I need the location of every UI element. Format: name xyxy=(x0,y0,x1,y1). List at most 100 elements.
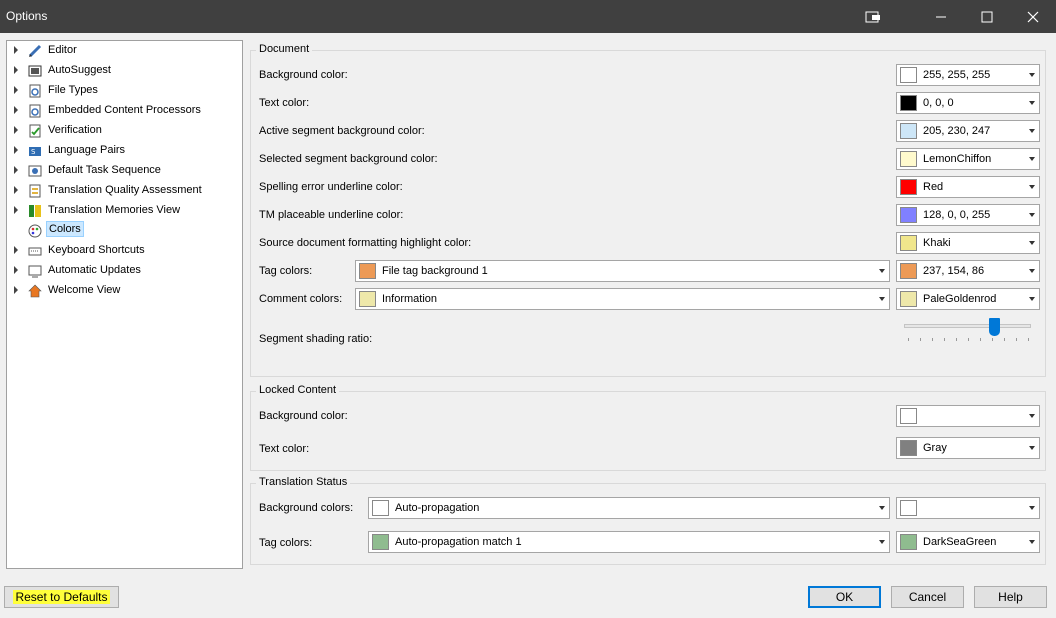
dropdown-arrow-icon[interactable] xyxy=(1025,498,1039,518)
slider-tick xyxy=(920,338,921,341)
ok-button[interactable]: OK xyxy=(808,586,881,608)
color-swatch xyxy=(900,123,917,139)
verification-icon xyxy=(27,123,42,138)
tree-item-language-pairs[interactable]: S Language Pairs xyxy=(7,141,237,161)
expand-arrow-icon[interactable] xyxy=(14,166,18,174)
status-background-color-combo[interactable] xyxy=(896,497,1040,519)
combo-value: 128, 0, 0, 255 xyxy=(923,209,991,221)
tree-item-file-types[interactable]: File Types xyxy=(7,81,237,101)
slider-tick xyxy=(1016,338,1017,341)
reset-to-defaults-button[interactable]: Reset to Defaults xyxy=(4,586,119,608)
expand-arrow-icon[interactable] xyxy=(14,106,18,114)
tree-item-default-task-sequence[interactable]: Default Task Sequence xyxy=(7,161,237,181)
tree-item-editor[interactable]: Editor xyxy=(7,41,237,61)
color-swatch xyxy=(372,534,389,550)
dropdown-arrow-icon[interactable] xyxy=(1025,177,1039,197)
slider-thumb[interactable] xyxy=(988,318,1000,336)
combo-value: Information xyxy=(382,293,438,305)
combo-value: 237, 154, 86 xyxy=(923,265,985,277)
spelling-error-combo[interactable]: Red xyxy=(896,176,1040,198)
dropdown-arrow-icon[interactable] xyxy=(875,532,889,552)
combo-value: Gray xyxy=(923,442,947,454)
spelling-error-label: Spelling error underline color: xyxy=(259,181,403,193)
tree-item-verification[interactable]: Verification xyxy=(7,121,237,141)
expand-arrow-icon[interactable] xyxy=(14,46,18,54)
expand-arrow-icon[interactable] xyxy=(14,246,18,254)
status-background-type-combo[interactable]: Auto-propagation xyxy=(368,497,890,519)
tree-item-translation-memories-view[interactable]: Translation Memories View xyxy=(7,201,237,221)
comment-color-combo[interactable]: PaleGoldenrod xyxy=(896,288,1040,310)
tag-colors-label: Tag colors: xyxy=(259,265,313,277)
cancel-button[interactable]: Cancel xyxy=(891,586,964,608)
expand-arrow-icon[interactable] xyxy=(14,126,18,134)
dropdown-arrow-icon[interactable] xyxy=(1025,233,1039,253)
slider-tick xyxy=(956,338,957,341)
locked-text-combo[interactable]: Gray xyxy=(896,437,1040,459)
source-formatting-combo[interactable]: Khaki xyxy=(896,232,1040,254)
expand-arrow-icon[interactable] xyxy=(14,86,18,94)
tree-item-label: Translation Quality Assessment xyxy=(48,184,202,196)
color-swatch xyxy=(900,534,917,550)
tm-placeable-combo[interactable]: 128, 0, 0, 255 xyxy=(896,204,1040,226)
close-icon[interactable] xyxy=(1010,0,1056,33)
maximize-icon[interactable] xyxy=(964,0,1010,33)
expand-arrow-icon[interactable] xyxy=(14,146,18,154)
status-tag-type-combo[interactable]: Auto-propagation match 1 xyxy=(368,531,890,553)
document-group-title: Document xyxy=(256,43,313,55)
minimize-icon[interactable] xyxy=(918,0,964,33)
dock-icon[interactable] xyxy=(850,0,896,33)
text-color-label: Text color: xyxy=(259,97,310,109)
dropdown-arrow-icon[interactable] xyxy=(875,261,889,281)
slider-tick xyxy=(992,338,993,341)
dropdown-arrow-icon[interactable] xyxy=(1025,406,1039,426)
tree-item-keyboard-shortcuts[interactable]: Keyboard Shortcuts xyxy=(7,241,237,261)
locked-background-combo[interactable] xyxy=(896,405,1040,427)
slider-tick xyxy=(1028,338,1029,341)
dropdown-arrow-icon[interactable] xyxy=(1025,205,1039,225)
expand-arrow-icon[interactable] xyxy=(14,186,18,194)
combo-value: LemonChiffon xyxy=(923,153,992,165)
tree-item-embedded-content-processors[interactable]: Embedded Content Processors xyxy=(7,101,237,121)
dropdown-arrow-icon[interactable] xyxy=(1025,65,1039,85)
dropdown-arrow-icon[interactable] xyxy=(875,289,889,309)
active-segment-bg-combo[interactable]: 205, 230, 247 xyxy=(896,120,1040,142)
tree-item-label: AutoSuggest xyxy=(48,64,111,76)
background-color-label: Background color: xyxy=(259,69,348,81)
comment-type-combo[interactable]: Information xyxy=(355,288,890,310)
tree-item-colors[interactable]: Colors xyxy=(7,221,237,241)
segment-shading-slider[interactable] xyxy=(903,318,1033,346)
dropdown-arrow-icon[interactable] xyxy=(1025,532,1039,552)
active-segment-bg-label: Active segment background color: xyxy=(259,125,425,137)
dropdown-arrow-icon[interactable] xyxy=(875,498,889,518)
status-tag-color-combo[interactable]: DarkSeaGreen xyxy=(896,531,1040,553)
expand-arrow-icon[interactable] xyxy=(14,286,18,294)
help-button[interactable]: Help xyxy=(974,586,1047,608)
tree-item-autosuggest[interactable]: AutoSuggest xyxy=(7,61,237,81)
pencil-icon xyxy=(27,43,42,58)
background-color-combo[interactable]: 255, 255, 255 xyxy=(896,64,1040,86)
dropdown-arrow-icon[interactable] xyxy=(1025,289,1039,309)
text-color-combo[interactable]: 0, 0, 0 xyxy=(896,92,1040,114)
title-bar: Options xyxy=(0,0,1056,33)
svg-text:S: S xyxy=(31,148,36,156)
expand-arrow-icon[interactable] xyxy=(14,66,18,74)
tag-type-combo[interactable]: File tag background 1 xyxy=(355,260,890,282)
tree-item-translation-quality-assessment[interactable]: Translation Quality Assessment xyxy=(7,181,237,201)
tag-color-combo[interactable]: 237, 154, 86 xyxy=(896,260,1040,282)
dropdown-arrow-icon[interactable] xyxy=(1025,261,1039,281)
expand-arrow-icon[interactable] xyxy=(14,206,18,214)
translation-status-group-title: Translation Status xyxy=(256,476,351,488)
source-formatting-label: Source document formatting highlight col… xyxy=(259,237,472,249)
dropdown-arrow-icon[interactable] xyxy=(1025,93,1039,113)
slider-track[interactable] xyxy=(904,324,1031,328)
selected-segment-bg-combo[interactable]: LemonChiffon xyxy=(896,148,1040,170)
language-pairs-icon: S xyxy=(27,143,42,158)
tree-item-automatic-updates[interactable]: Automatic Updates xyxy=(7,261,237,281)
tree-item-welcome-view[interactable]: Welcome View xyxy=(7,281,237,301)
expand-arrow-icon[interactable] xyxy=(14,266,18,274)
dropdown-arrow-icon[interactable] xyxy=(1025,149,1039,169)
dropdown-arrow-icon[interactable] xyxy=(1025,438,1039,458)
combo-value: 0, 0, 0 xyxy=(923,97,954,109)
embedded-content-icon xyxy=(27,103,42,118)
dropdown-arrow-icon[interactable] xyxy=(1025,121,1039,141)
